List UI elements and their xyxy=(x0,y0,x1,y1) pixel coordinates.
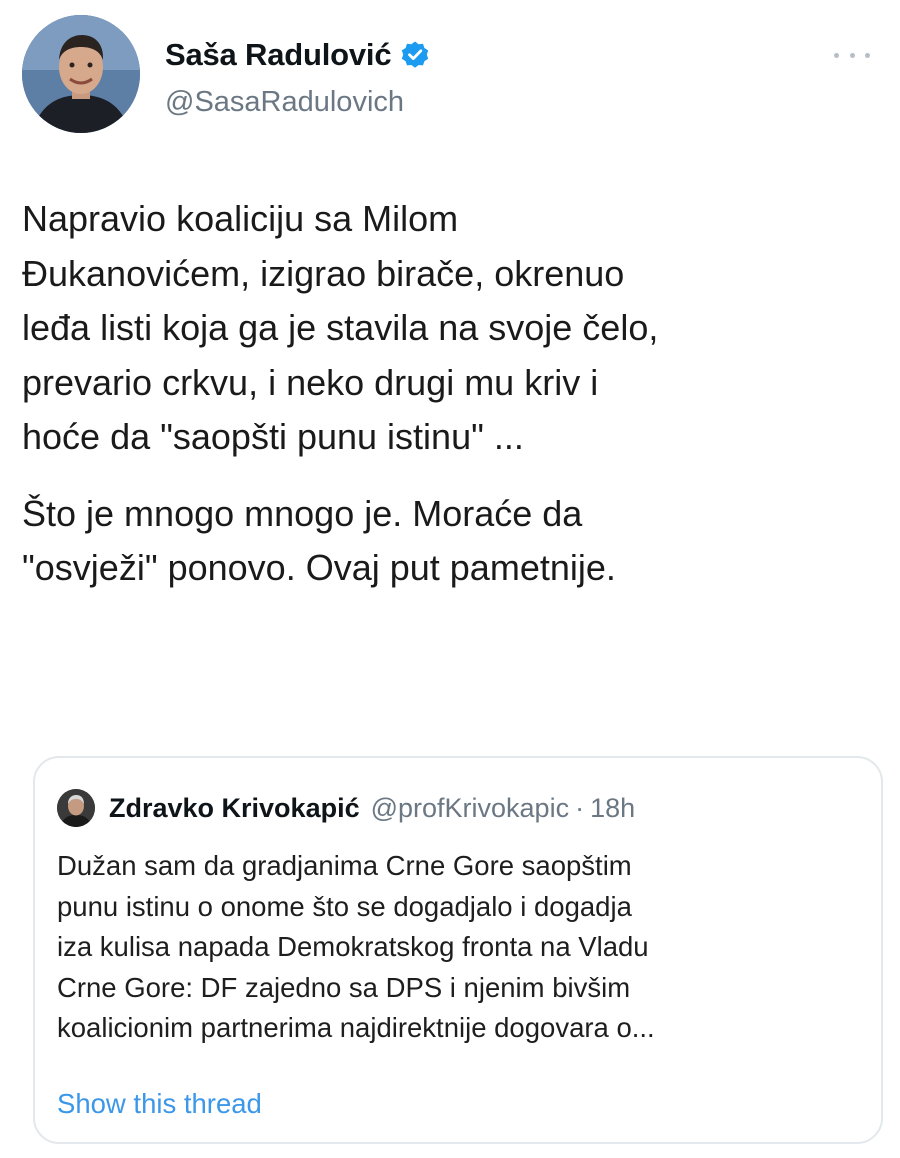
author-name-row: Saša Radulović xyxy=(165,35,430,75)
text-line: Napravio koaliciju sa Milom xyxy=(22,198,459,239)
tweet-text: Napravio koaliciju sa Milom Đukanovićem,… xyxy=(22,192,872,596)
quoted-tweet-header: Zdravko Krivokapić @profKrivokapic · 18h xyxy=(57,788,635,828)
text-line: Crne Gore: DF zajedno sa DPS i njenim bi… xyxy=(57,971,631,1003)
text-line: Što je mnogo mnogo je. Moraće da xyxy=(22,492,583,534)
quoted-author-name[interactable]: Zdravko Krivokapić xyxy=(109,793,360,824)
show-thread-link[interactable]: Show this thread xyxy=(57,1088,262,1120)
author-handle[interactable]: @SasaRadulovich xyxy=(165,86,404,119)
text-line: leđa listi koja ga je stavila na svoje č… xyxy=(22,307,659,348)
quoted-tweet-text: Dužan sam da gradjanima Crne Gore saopšt… xyxy=(57,846,857,1049)
text-line: iza kulisa napada Demokratskog fronta na… xyxy=(57,931,649,962)
text-line: "osvježi" ponovo. Ovaj put pametnije. xyxy=(22,547,616,588)
text-line: Đukanovićem, izigrao birače, okrenuo xyxy=(22,252,625,294)
quoted-author-handle[interactable]: @profKrivokapic xyxy=(371,793,569,824)
text-line: Dužan sam da gradjanima Crne Gore saopšt… xyxy=(57,850,632,881)
author-avatar[interactable] xyxy=(22,15,140,133)
tweet-header: Saša Radulović @SasaRadulovich xyxy=(22,15,882,140)
ellipsis-icon[interactable] xyxy=(834,45,870,65)
tweet-paragraph: Što je mnogo mnogo je. Moraće da "osvjež… xyxy=(22,487,872,596)
quoted-author-avatar xyxy=(57,789,95,827)
text-line: hoće da "saopšti punu istinu" ... xyxy=(22,416,524,457)
quoted-tweet-card[interactable]: Zdravko Krivokapić @profKrivokapic · 18h… xyxy=(33,756,883,1144)
tweet: Saša Radulović @SasaRadulovich Napravio … xyxy=(0,0,900,1158)
text-line: punu istinu o onome što se dogadjalo i d… xyxy=(57,890,632,922)
author-display-name[interactable]: Saša Radulović xyxy=(165,37,392,73)
text-line: koalicionim partnerima najdirektnije dog… xyxy=(57,1012,655,1043)
separator-dot: · xyxy=(575,792,585,823)
quoted-tweet-time[interactable]: 18h xyxy=(590,793,635,824)
tweet-paragraph: Napravio koaliciju sa Milom Đukanovićem,… xyxy=(22,192,872,465)
text-line: prevario crkvu, i neko drugi mu kriv i xyxy=(22,361,599,403)
verified-badge-icon xyxy=(400,40,430,70)
